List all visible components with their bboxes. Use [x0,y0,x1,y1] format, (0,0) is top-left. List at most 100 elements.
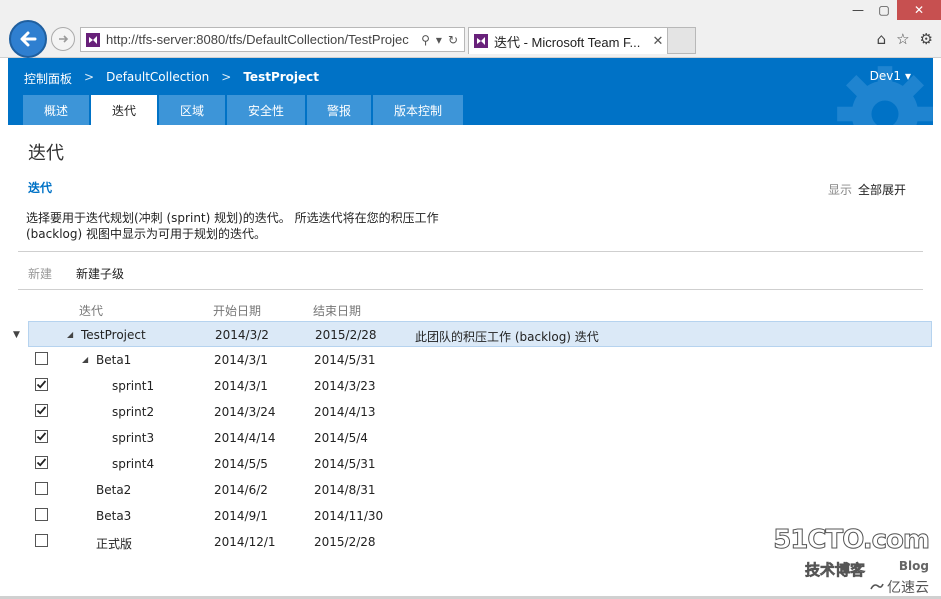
tab-title: 迭代 - Microsoft Team F... [494,34,641,50]
tab-iterations[interactable]: 迭代 [91,95,157,125]
nav-tabs: 概述 迭代 区域 安全性 警报 版本控制 [23,95,463,125]
tfs-header: 控制面板 > DefaultCollection > TestProject D… [8,58,933,125]
iteration-end-date: 2014/3/23 [314,379,376,393]
divider [18,289,923,290]
iteration-note: 此团队的积压工作 (backlog) 迭代 [415,330,599,344]
iteration-start-date: 2014/5/5 [214,457,268,471]
back-button[interactable] [9,20,47,58]
dropdown-icon[interactable]: ▾ [436,33,442,47]
iteration-checkbox[interactable] [35,456,48,469]
forward-button[interactable] [51,27,75,51]
close-window-button[interactable]: ✕ [897,0,941,20]
arrow-left-icon [20,31,37,47]
yisu-text: 亿速云 [887,580,929,596]
iteration-name: sprint3 [112,431,155,445]
iteration-row[interactable]: sprint2 2014/3/24 2014/4/13 [28,399,932,425]
tab-areas[interactable]: 区域 [159,95,225,125]
yisu-logo-icon [870,583,884,590]
visual-studio-icon [474,34,488,48]
description-line-1: 选择要用于迭代规划(冲刺 (sprint) 规划)的迭代。 所选迭代将在您的积压… [26,211,439,225]
browser-tab[interactable]: 迭代 - Microsoft Team F... ✕ [468,27,668,54]
iteration-start-date: 2014/3/24 [214,405,276,419]
column-header-end-date[interactable]: 结束日期 [313,302,361,319]
favorites-star-icon[interactable]: ☆ [896,30,909,48]
breadcrumb: 控制面板 > DefaultCollection > TestProject [24,70,319,87]
iteration-checkbox[interactable] [35,430,48,443]
checkmark-icon [36,380,47,389]
checkmark-icon [36,432,47,441]
refresh-icon[interactable]: ↻ [448,33,458,47]
collapse-arrow-icon[interactable]: ◢ [67,330,73,339]
iteration-start-date: 2014/3/1 [214,379,268,393]
iteration-name: 正式版 [96,537,133,551]
iteration-checkbox[interactable] [35,352,48,365]
breadcrumb-control-panel[interactable]: 控制面板 [24,70,72,87]
settings-gear-icon[interactable]: ⚙ [920,30,933,48]
search-icon[interactable]: ⚲ [421,33,430,47]
watermark: 51CTO.com 技术博客 Blog 亿速云 [773,525,931,597]
iteration-checkbox[interactable] [35,534,48,547]
close-tab-icon[interactable]: ✕ [649,34,667,49]
iteration-end-date: 2015/2/28 [315,328,377,342]
iteration-name: Beta2 [96,483,132,497]
new-button[interactable]: 新建 [28,265,52,282]
description-line-2: (backlog) 视图中显示为可用于规划的迭代。 [26,227,266,241]
home-icon[interactable]: ⌂ [877,30,887,48]
iteration-start-date: 2014/9/1 [214,509,268,523]
watermark-subtitle: 技术博客 [805,561,866,580]
breadcrumb-collection[interactable]: DefaultCollection [106,70,209,87]
iteration-checkbox[interactable] [35,508,48,521]
iteration-name: Beta3 [96,509,132,523]
iteration-name: sprint1 [112,379,155,393]
checkmark-icon [36,458,47,467]
iteration-row[interactable]: sprint3 2014/4/14 2014/5/4 [28,425,932,451]
iteration-name: sprint4 [112,457,155,471]
column-header-iteration[interactable]: 迭代 [79,302,103,319]
tab-security[interactable]: 安全性 [227,95,305,125]
iteration-checkbox[interactable] [35,378,48,391]
iteration-start-date: 2014/4/14 [214,431,276,445]
toolbar: 新建 新建子级 [28,265,124,282]
section-title: 迭代 [28,181,53,195]
checkmark-icon [36,406,47,415]
iteration-end-date: 2014/5/31 [314,353,376,367]
column-header-start-date[interactable]: 开始日期 [213,302,261,319]
divider [18,251,923,252]
show-label: 显示 [827,183,852,197]
window-controls: — ▢ ✕ [845,0,941,20]
iteration-row[interactable]: sprint1 2014/3/1 2014/3/23 [28,373,932,399]
iteration-name: sprint2 [112,405,155,419]
breadcrumb-project[interactable]: TestProject [243,70,319,87]
iteration-end-date: 2014/4/13 [314,405,376,419]
iteration-start-date: 2014/6/2 [214,483,268,497]
user-menu[interactable]: Dev1 ▾ [870,69,911,83]
url-text[interactable]: http://tfs-server:8080/tfs/DefaultCollec… [106,32,421,47]
iteration-start-date: 2014/3/1 [214,353,268,367]
new-tab-button[interactable] [668,27,696,54]
tab-version-control[interactable]: 版本控制 [373,95,463,125]
iteration-end-date: 2014/5/31 [314,457,376,471]
iteration-row[interactable]: Beta2 2014/6/2 2014/8/31 [28,477,932,503]
iteration-row[interactable]: ◢ Beta1 2014/3/1 2014/5/31 [28,347,932,373]
iteration-row[interactable]: ◢ TestProject 2014/3/2 2015/2/28 此团队的积压工作 (b… [28,321,932,347]
iteration-checkbox[interactable] [35,404,48,417]
arrow-right-icon [59,35,69,43]
iteration-end-date: 2015/2/28 [314,535,376,549]
show-toggle: 显示 全部展开 [828,181,906,198]
row-context-menu-icon[interactable]: ▼ [13,330,20,340]
iteration-checkbox[interactable] [35,482,48,495]
minimize-button[interactable]: — [845,0,871,20]
user-name: Dev1 [869,69,901,83]
address-bar[interactable]: http://tfs-server:8080/tfs/DefaultCollec… [80,27,465,52]
iteration-row[interactable]: sprint4 2014/5/5 2014/5/31 [28,451,932,477]
iteration-start-date: 2014/12/1 [214,535,276,549]
expand-all-link[interactable]: 全部展开 [858,181,906,198]
new-child-button[interactable]: 新建子级 [76,265,124,282]
maximize-button[interactable]: ▢ [871,0,897,20]
tab-alerts[interactable]: 警报 [307,95,371,125]
collapse-arrow-icon[interactable]: ◢ [82,355,88,364]
tab-overview[interactable]: 概述 [23,95,89,125]
visual-studio-icon [86,32,100,47]
breadcrumb-separator: > [221,70,232,84]
iteration-name: TestProject [81,328,146,342]
